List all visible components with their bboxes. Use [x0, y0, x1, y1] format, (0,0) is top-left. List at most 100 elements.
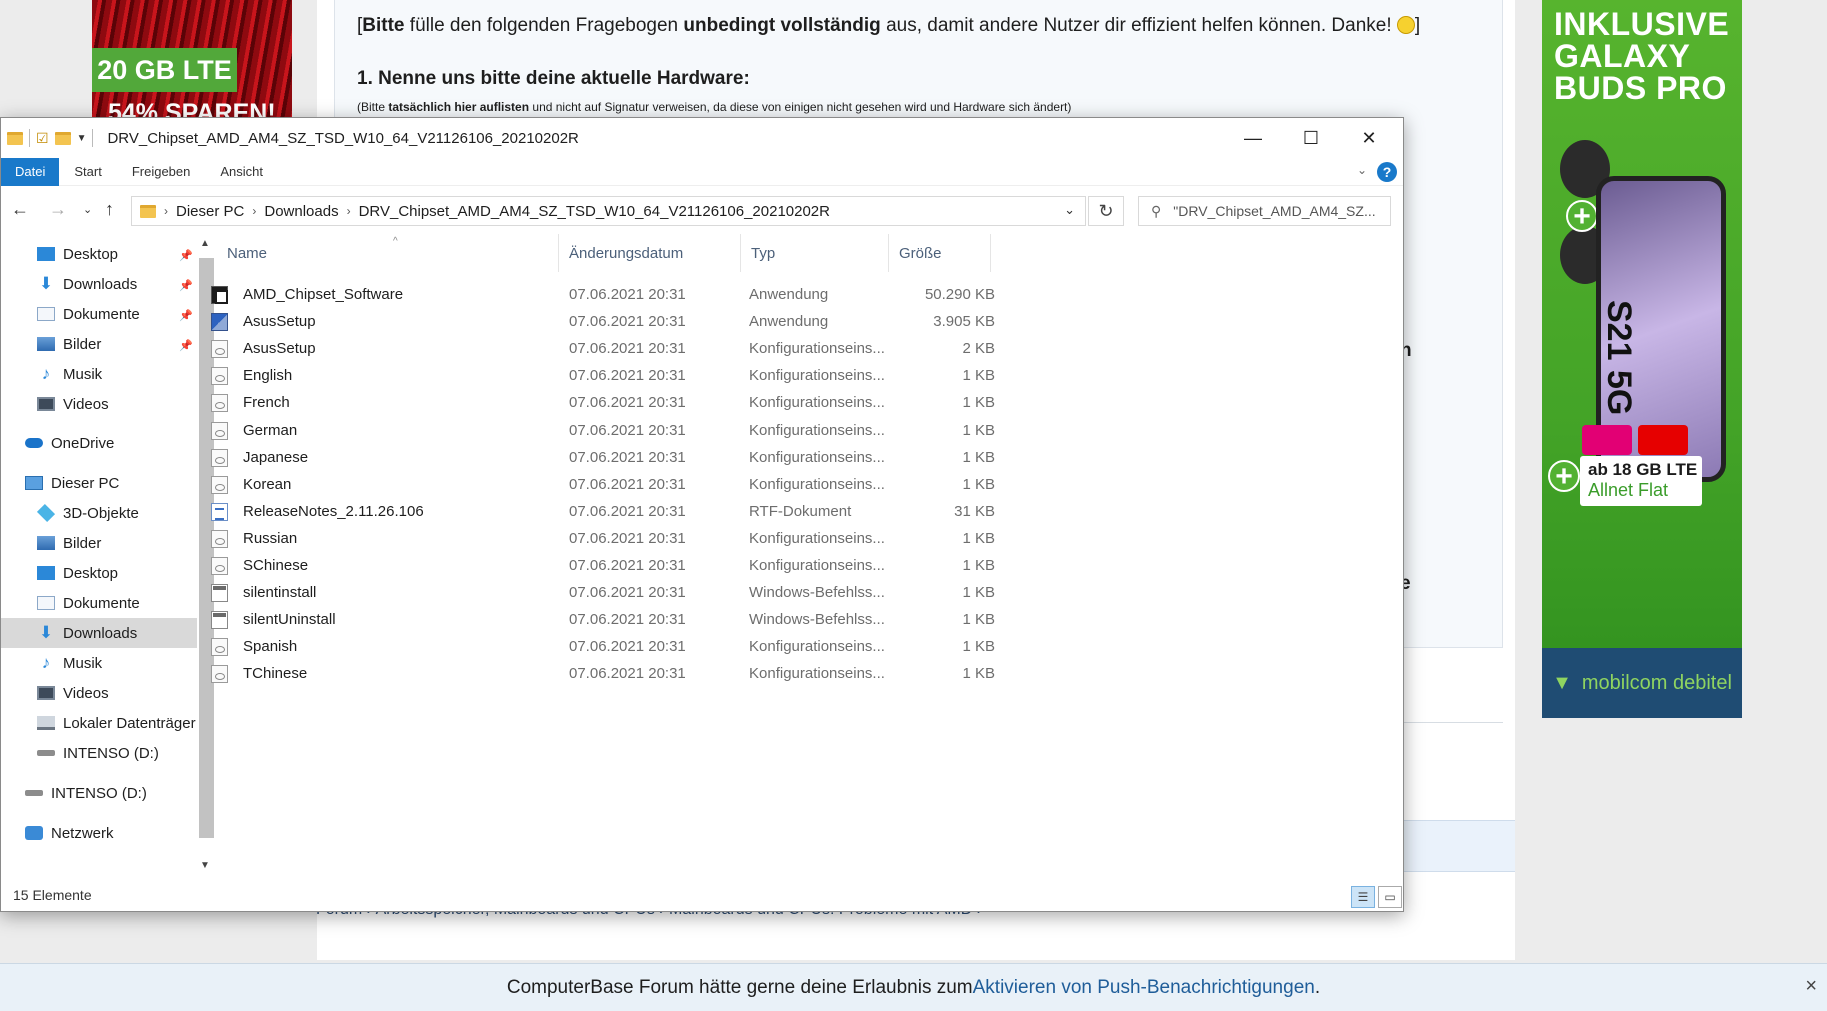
file-type: Konfigurationseins... — [749, 665, 885, 683]
breadcrumb-this-pc[interactable]: Dieser PC — [176, 203, 244, 220]
nav-item-pictures[interactable]: Bilder — [37, 528, 101, 558]
table-row[interactable]: English 07.06.2021 20:31 Konfigurationsein… — [211, 362, 995, 389]
nav-item-downloads-selected[interactable]: ⬇ Downloads — [1, 618, 197, 648]
file-date: 07.06.2021 20:31 — [569, 557, 686, 574]
file-setup-icon — [211, 313, 228, 332]
table-row[interactable]: Korean 07.06.2021 20:31 Konfigurationseins… — [211, 471, 995, 498]
forward-button[interactable]: → — [49, 199, 67, 220]
details-view-button[interactable]: ☰ — [1351, 886, 1375, 908]
nav-item-onedrive[interactable]: OneDrive — [25, 428, 114, 458]
cube-icon — [36, 503, 56, 523]
file-date: 07.06.2021 20:31 — [569, 584, 686, 602]
title-bar[interactable]: ☑ ▼ DRV_Chipset_AMD_AM4_SZ_TSD_W10_64_V2… — [1, 118, 1403, 158]
pin-icon[interactable]: 📌 — [179, 339, 193, 352]
nav-item-this-pc[interactable]: Dieser PC — [25, 468, 119, 498]
refresh-button[interactable]: ↻ — [1088, 196, 1124, 226]
nav-item-documents[interactable]: Dokumente — [37, 588, 140, 618]
chevron-down-icon[interactable]: ⌄ — [1064, 202, 1075, 218]
tab-start[interactable]: Start — [59, 158, 116, 186]
breadcrumb-current-folder[interactable]: DRV_Chipset_AMD_AM4_SZ_TSD_W10_64_V21126… — [359, 203, 830, 220]
table-row[interactable]: Japanese 07.06.2021 20:31 Konfigurationsei… — [211, 444, 995, 471]
question-note: (Bitte tatsächlich hier auflisten und ni… — [357, 100, 1072, 114]
close-button[interactable]: ✕ — [1340, 118, 1398, 158]
nav-item-videos[interactable]: Videos — [37, 389, 109, 419]
column-header-type[interactable]: Typ — [743, 234, 889, 272]
nav-item-music[interactable]: ♪ Musik — [37, 648, 102, 678]
file-size: 1 KB — [962, 638, 995, 656]
address-bar[interactable]: › Dieser PC › Downloads › DRV_Chipset_AM… — [131, 196, 1086, 226]
table-row[interactable]: SChinese 07.06.2021 20:31 Konfigurationsei… — [211, 552, 995, 579]
back-button[interactable]: ← — [11, 199, 29, 220]
drive-icon — [25, 790, 43, 796]
chevron-right-icon[interactable]: › — [347, 204, 351, 218]
table-row[interactable]: ReleaseNotes_2.11.26.106 07.06.2021 20:31… — [211, 498, 995, 525]
left-advertisement[interactable]: 20 GB LTE 54% SPAREN! — [92, 0, 292, 120]
nav-item-documents[interactable]: Dokumente — [37, 299, 140, 329]
new-folder-icon[interactable] — [54, 131, 71, 145]
up-button[interactable]: ↑ — [105, 199, 114, 220]
file-type: Anwendung — [749, 313, 829, 331]
file-type: Windows-Befehlss... — [749, 584, 885, 602]
file-size: 1 KB — [962, 394, 995, 412]
table-row[interactable]: TChinese 07.06.2021 20:31 Konfigurationsei… — [211, 660, 995, 687]
nav-item-pictures[interactable]: Bilder — [37, 329, 101, 359]
music-icon: ♪ — [41, 653, 51, 672]
scroll-up-icon[interactable]: ▲ — [200, 238, 210, 249]
table-row[interactable]: silentinstall 07.06.2021 20:31 Windows-Bef… — [211, 579, 995, 606]
window-title: DRV_Chipset_AMD_AM4_SZ_TSD_W10_64_V21126… — [107, 129, 579, 147]
nav-item-3d-objects[interactable]: 3D-Objekte — [36, 498, 139, 528]
table-row[interactable]: silentUninstall 07.06.2021 20:31 Windows-B… — [211, 606, 995, 633]
music-icon: ♪ — [41, 364, 51, 383]
table-row[interactable]: AsusSetup 07.06.2021 20:31 Konfigurationse… — [211, 335, 995, 362]
enable-push-link[interactable]: Aktivieren von Push-Benachrichtigungen — [973, 977, 1315, 999]
pin-icon[interactable]: 📌 — [179, 279, 193, 292]
file-explorer-window: ☑ ▼ DRV_Chipset_AMD_AM4_SZ_TSD_W10_64_V2… — [0, 117, 1404, 912]
nav-item-music[interactable]: ♪ Musik — [37, 359, 102, 389]
file-cfg-icon — [211, 367, 228, 386]
table-row[interactable]: German 07.06.2021 20:31 Konfigurationseins… — [211, 417, 995, 444]
column-header-date[interactable]: Änderungsdatum — [561, 234, 741, 272]
nav-item-intenso-root[interactable]: INTENSO (D:) — [25, 778, 147, 808]
help-icon[interactable]: ? — [1377, 162, 1397, 182]
table-row[interactable]: French 07.06.2021 20:31 Konfigurationseins… — [211, 389, 995, 416]
tab-share[interactable]: Freigeben — [117, 158, 206, 186]
file-type: Anwendung — [749, 286, 829, 303]
nav-item-local-disk[interactable]: Lokaler Datenträger — [37, 708, 196, 738]
pin-icon[interactable]: 📌 — [179, 309, 193, 322]
search-input[interactable]: ⚲ "DRV_Chipset_AMD_AM4_SZ... — [1138, 196, 1391, 226]
table-row[interactable]: Spanish 07.06.2021 20:31 Konfigurationsein… — [211, 633, 995, 660]
nav-item-downloads[interactable]: ⬇ Downloads — [37, 269, 137, 299]
file-name: Korean — [243, 475, 292, 493]
right-advertisement[interactable]: INKLUSIVE GALAXY BUDS PRO + S21 5G + ab … — [1542, 0, 1742, 718]
nav-item-intenso[interactable]: INTENSO (D:) — [37, 738, 159, 768]
column-header-name[interactable]: Name — [219, 234, 559, 272]
nav-item-network[interactable]: Netzwerk — [25, 818, 114, 848]
expand-ribbon-icon[interactable]: ⌄ — [1357, 163, 1367, 177]
recent-locations-icon[interactable]: ⌄ — [83, 203, 92, 216]
chevron-right-icon[interactable]: › — [164, 204, 168, 218]
file-date: 07.06.2021 20:31 — [569, 286, 686, 303]
maximize-button[interactable]: ☐ — [1282, 118, 1340, 158]
file-size: 1 KB — [962, 367, 995, 385]
table-row[interactable]: AMD_Chipset_Software 07.06.2021 20:31 Anwe… — [211, 281, 995, 308]
close-icon[interactable]: × — [1805, 975, 1817, 998]
chevron-right-icon[interactable]: › — [252, 204, 256, 218]
nav-item-desktop[interactable]: Desktop — [37, 558, 118, 588]
table-row[interactable]: AsusSetup 07.06.2021 20:31 Anwendung 3.905 … — [211, 308, 995, 335]
scroll-down-icon[interactable]: ▼ — [200, 860, 210, 871]
nav-item-desktop[interactable]: Desktop — [37, 239, 118, 269]
table-row[interactable]: Russian 07.06.2021 20:31 Konfigurationsein… — [211, 525, 995, 552]
column-header-size[interactable]: Größe — [891, 234, 991, 272]
chevron-down-icon[interactable]: ▼ — [77, 133, 87, 144]
large-icons-view-button[interactable]: ▭ — [1378, 886, 1402, 908]
pictures-icon — [37, 337, 55, 351]
breadcrumb-downloads[interactable]: Downloads — [264, 203, 338, 220]
file-size: 1 KB — [962, 475, 995, 493]
download-icon: ⬇ — [38, 274, 54, 293]
tab-view[interactable]: Ansicht — [205, 158, 278, 186]
pin-icon[interactable]: 📌 — [179, 249, 193, 262]
tab-file[interactable]: Datei — [1, 157, 60, 186]
minimize-button[interactable]: — — [1224, 118, 1282, 158]
properties-icon[interactable]: ☑ — [36, 130, 49, 147]
nav-item-videos[interactable]: Videos — [37, 678, 109, 708]
